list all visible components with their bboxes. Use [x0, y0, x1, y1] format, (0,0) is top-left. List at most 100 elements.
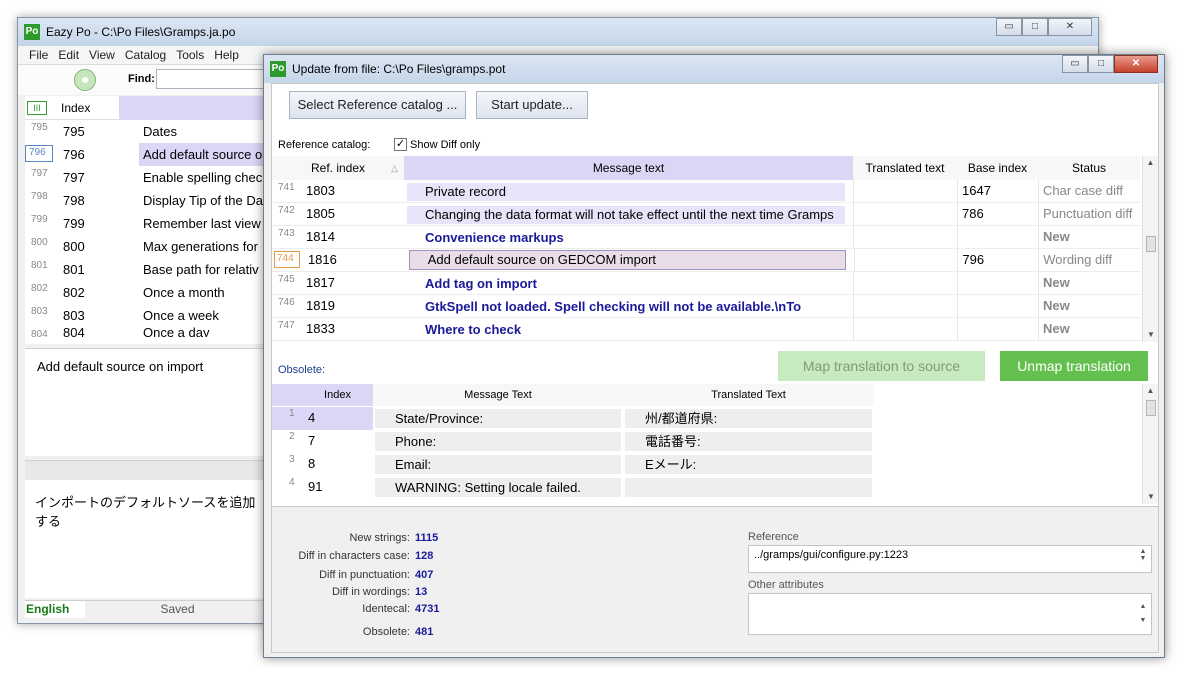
table-row[interactable]: 746 1819 GtkSpell not loaded. Spell chec… [272, 295, 1140, 318]
select-reference-catalog-button[interactable]: Select Reference catalog ... [289, 91, 466, 119]
row-message: Private record [404, 180, 853, 203]
dialog-title-bar[interactable]: Po Update from file: C:\Po Files\gramps.… [264, 55, 1164, 83]
header-status[interactable]: Status [1038, 156, 1140, 180]
main-title-bar[interactable]: Po Eazy Po - C:\Po Files\Gramps.ja.po ▭ … [18, 18, 1098, 46]
menu-edit[interactable]: Edit [53, 46, 84, 64]
scrollbar-thumb[interactable] [1146, 400, 1156, 416]
translation-text-editor[interactable]: インポートのデフォルトソースを追加する [25, 480, 270, 598]
stat-punctuation: Diff in punctuation: 407 [272, 569, 470, 581]
scrollbar-thumb[interactable] [1146, 236, 1156, 252]
header-ref-index[interactable]: Ref. index △ [272, 156, 404, 180]
scroll-down-icon[interactable]: ▼ [1143, 328, 1158, 342]
row-translated-text: 電話番号: [625, 432, 872, 451]
table-row[interactable]: 742 1805 Changing the data format will n… [272, 203, 1140, 226]
maximize-icon[interactable]: □ [1088, 55, 1114, 73]
minimize-icon[interactable]: ▭ [1062, 55, 1088, 73]
table-row[interactable]: 799 799 Remember last view [25, 212, 270, 235]
table-row[interactable]: 4 91 WARNING: Setting locale failed. [272, 476, 874, 499]
row-message: Enable spelling chec [143, 170, 263, 185]
row-index: 801 [63, 262, 85, 277]
other-attributes-scroll-icon[interactable]: ▲ ▼ [1137, 600, 1149, 628]
table-row[interactable]: 747 1833 Where to check New [272, 318, 1140, 341]
row-status: New [1038, 295, 1140, 317]
reference-field[interactable]: ../gramps/gui/configure.py:1223 ▲ ▼ [748, 545, 1152, 573]
menu-file[interactable]: File [24, 46, 53, 64]
row-base-index [957, 272, 1038, 294]
header-translated-text[interactable]: Translated text [853, 156, 957, 180]
map-translation-button[interactable]: Map translation to source [778, 351, 985, 381]
row-base-index [957, 318, 1038, 340]
row-number: 747 [278, 320, 295, 331]
row-message-text: State/Province: [375, 409, 621, 428]
stat-label: Diff in characters case: [298, 550, 410, 562]
table-row[interactable]: 743 1814 Convenience markups New [272, 226, 1140, 249]
stat-wordings: Diff in wordings: 13 [272, 586, 470, 598]
stat-value: 128 [415, 550, 434, 562]
row-index: 796 [63, 147, 85, 162]
show-diff-only-checkbox[interactable]: ✓ Show Diff only [394, 138, 480, 151]
table-row-selected[interactable]: 1 4 State/Province: 州/都道府県: [272, 407, 874, 430]
table-row[interactable]: 797 797 Enable spelling chec [25, 166, 270, 189]
reference-grid-scrollbar[interactable]: ▲ ▼ [1142, 156, 1158, 342]
scroll-up-icon[interactable]: ▲ [1143, 156, 1158, 170]
stat-value: 4731 [415, 603, 440, 615]
checkbox-check-icon[interactable]: ✓ [394, 138, 407, 151]
table-row[interactable]: 803 803 Once a week [25, 304, 270, 327]
table-row[interactable]: 3 8 Email: Eメール: [272, 453, 874, 476]
menu-help[interactable]: Help [209, 46, 244, 64]
close-icon[interactable]: ✕ [1114, 55, 1158, 73]
obsolete-grid-scrollbar[interactable]: ▲ ▼ [1142, 384, 1158, 504]
find-input[interactable] [156, 69, 266, 89]
start-update-button[interactable]: Start update... [476, 91, 588, 119]
menu-view[interactable]: View [84, 46, 120, 64]
table-row[interactable]: 798 798 Display Tip of the Da [25, 189, 270, 212]
obsolete-grid: Index Message Text Translated Text 1 4 S… [272, 384, 1158, 504]
row-message: Email: [373, 453, 623, 476]
unmap-translation-button[interactable]: Unmap translation [1000, 351, 1148, 381]
menu-tools[interactable]: Tools [171, 46, 209, 64]
reference-spin-icon[interactable]: ▲ ▼ [1137, 548, 1149, 562]
header-obsolete-message[interactable]: Message Text [373, 384, 623, 406]
table-row[interactable]: 745 1817 Add tag on import New [272, 272, 1140, 295]
source-text-view[interactable]: Add default source on import [25, 348, 270, 456]
table-row[interactable]: 741 1803 Private record 1647 Char case d… [272, 180, 1140, 203]
row-message: Changing the data format will not take e… [404, 203, 853, 226]
table-row[interactable]: 801 801 Base path for relativ [25, 258, 270, 281]
row-number: 741 [278, 182, 295, 193]
row-status: New [1038, 272, 1140, 294]
maximize-icon[interactable]: □ [1022, 18, 1048, 36]
table-row[interactable]: 804 804 Once a day [25, 327, 270, 337]
stat-identical: Identecal: 4731 [272, 603, 470, 615]
row-number: 1 [272, 407, 302, 430]
stat-value: 481 [415, 626, 434, 638]
splitter-bar[interactable] [25, 460, 270, 480]
other-attributes-field[interactable]: ▲ ▼ [748, 593, 1152, 635]
reference-catalog-label: Reference catalog: [278, 139, 371, 151]
row-index: 798 [63, 193, 85, 208]
table-row[interactable]: 800 800 Max generations for [25, 235, 270, 258]
table-row-selected[interactable]: 744 1816 Add default source on GEDCOM im… [272, 249, 1140, 272]
close-icon[interactable]: ✕ [1048, 18, 1092, 36]
row-translated [853, 249, 958, 271]
table-row[interactable]: 2 7 Phone: 電話番号: [272, 430, 874, 453]
row-translated [853, 318, 957, 340]
header-base-index[interactable]: Base index [957, 156, 1038, 180]
row-message: Once a week [143, 308, 219, 323]
menu-catalog[interactable]: Catalog [120, 46, 171, 64]
row-index: 800 [63, 239, 85, 254]
scroll-up-icon[interactable]: ▲ [1143, 384, 1158, 398]
table-row[interactable]: 795 795 Dates [25, 120, 270, 143]
row-status: Char case diff [1038, 180, 1140, 202]
table-row[interactable]: 802 802 Once a month [25, 281, 270, 304]
disc-icon[interactable] [74, 69, 96, 91]
header-message-text[interactable]: Message text [404, 156, 853, 180]
minimize-icon[interactable]: ▭ [996, 18, 1022, 36]
header-index[interactable]: Index [61, 101, 119, 115]
sort-ascending-icon: △ [391, 163, 398, 173]
columns-icon[interactable]: III [27, 100, 47, 115]
header-message[interactable] [119, 95, 270, 120]
header-obsolete-translated[interactable]: Translated Text [623, 384, 874, 406]
table-row-selected[interactable]: 796 796 Add default source o [25, 143, 270, 166]
header-obsolete-index[interactable]: Index [272, 384, 373, 406]
scroll-down-icon[interactable]: ▼ [1143, 490, 1158, 504]
